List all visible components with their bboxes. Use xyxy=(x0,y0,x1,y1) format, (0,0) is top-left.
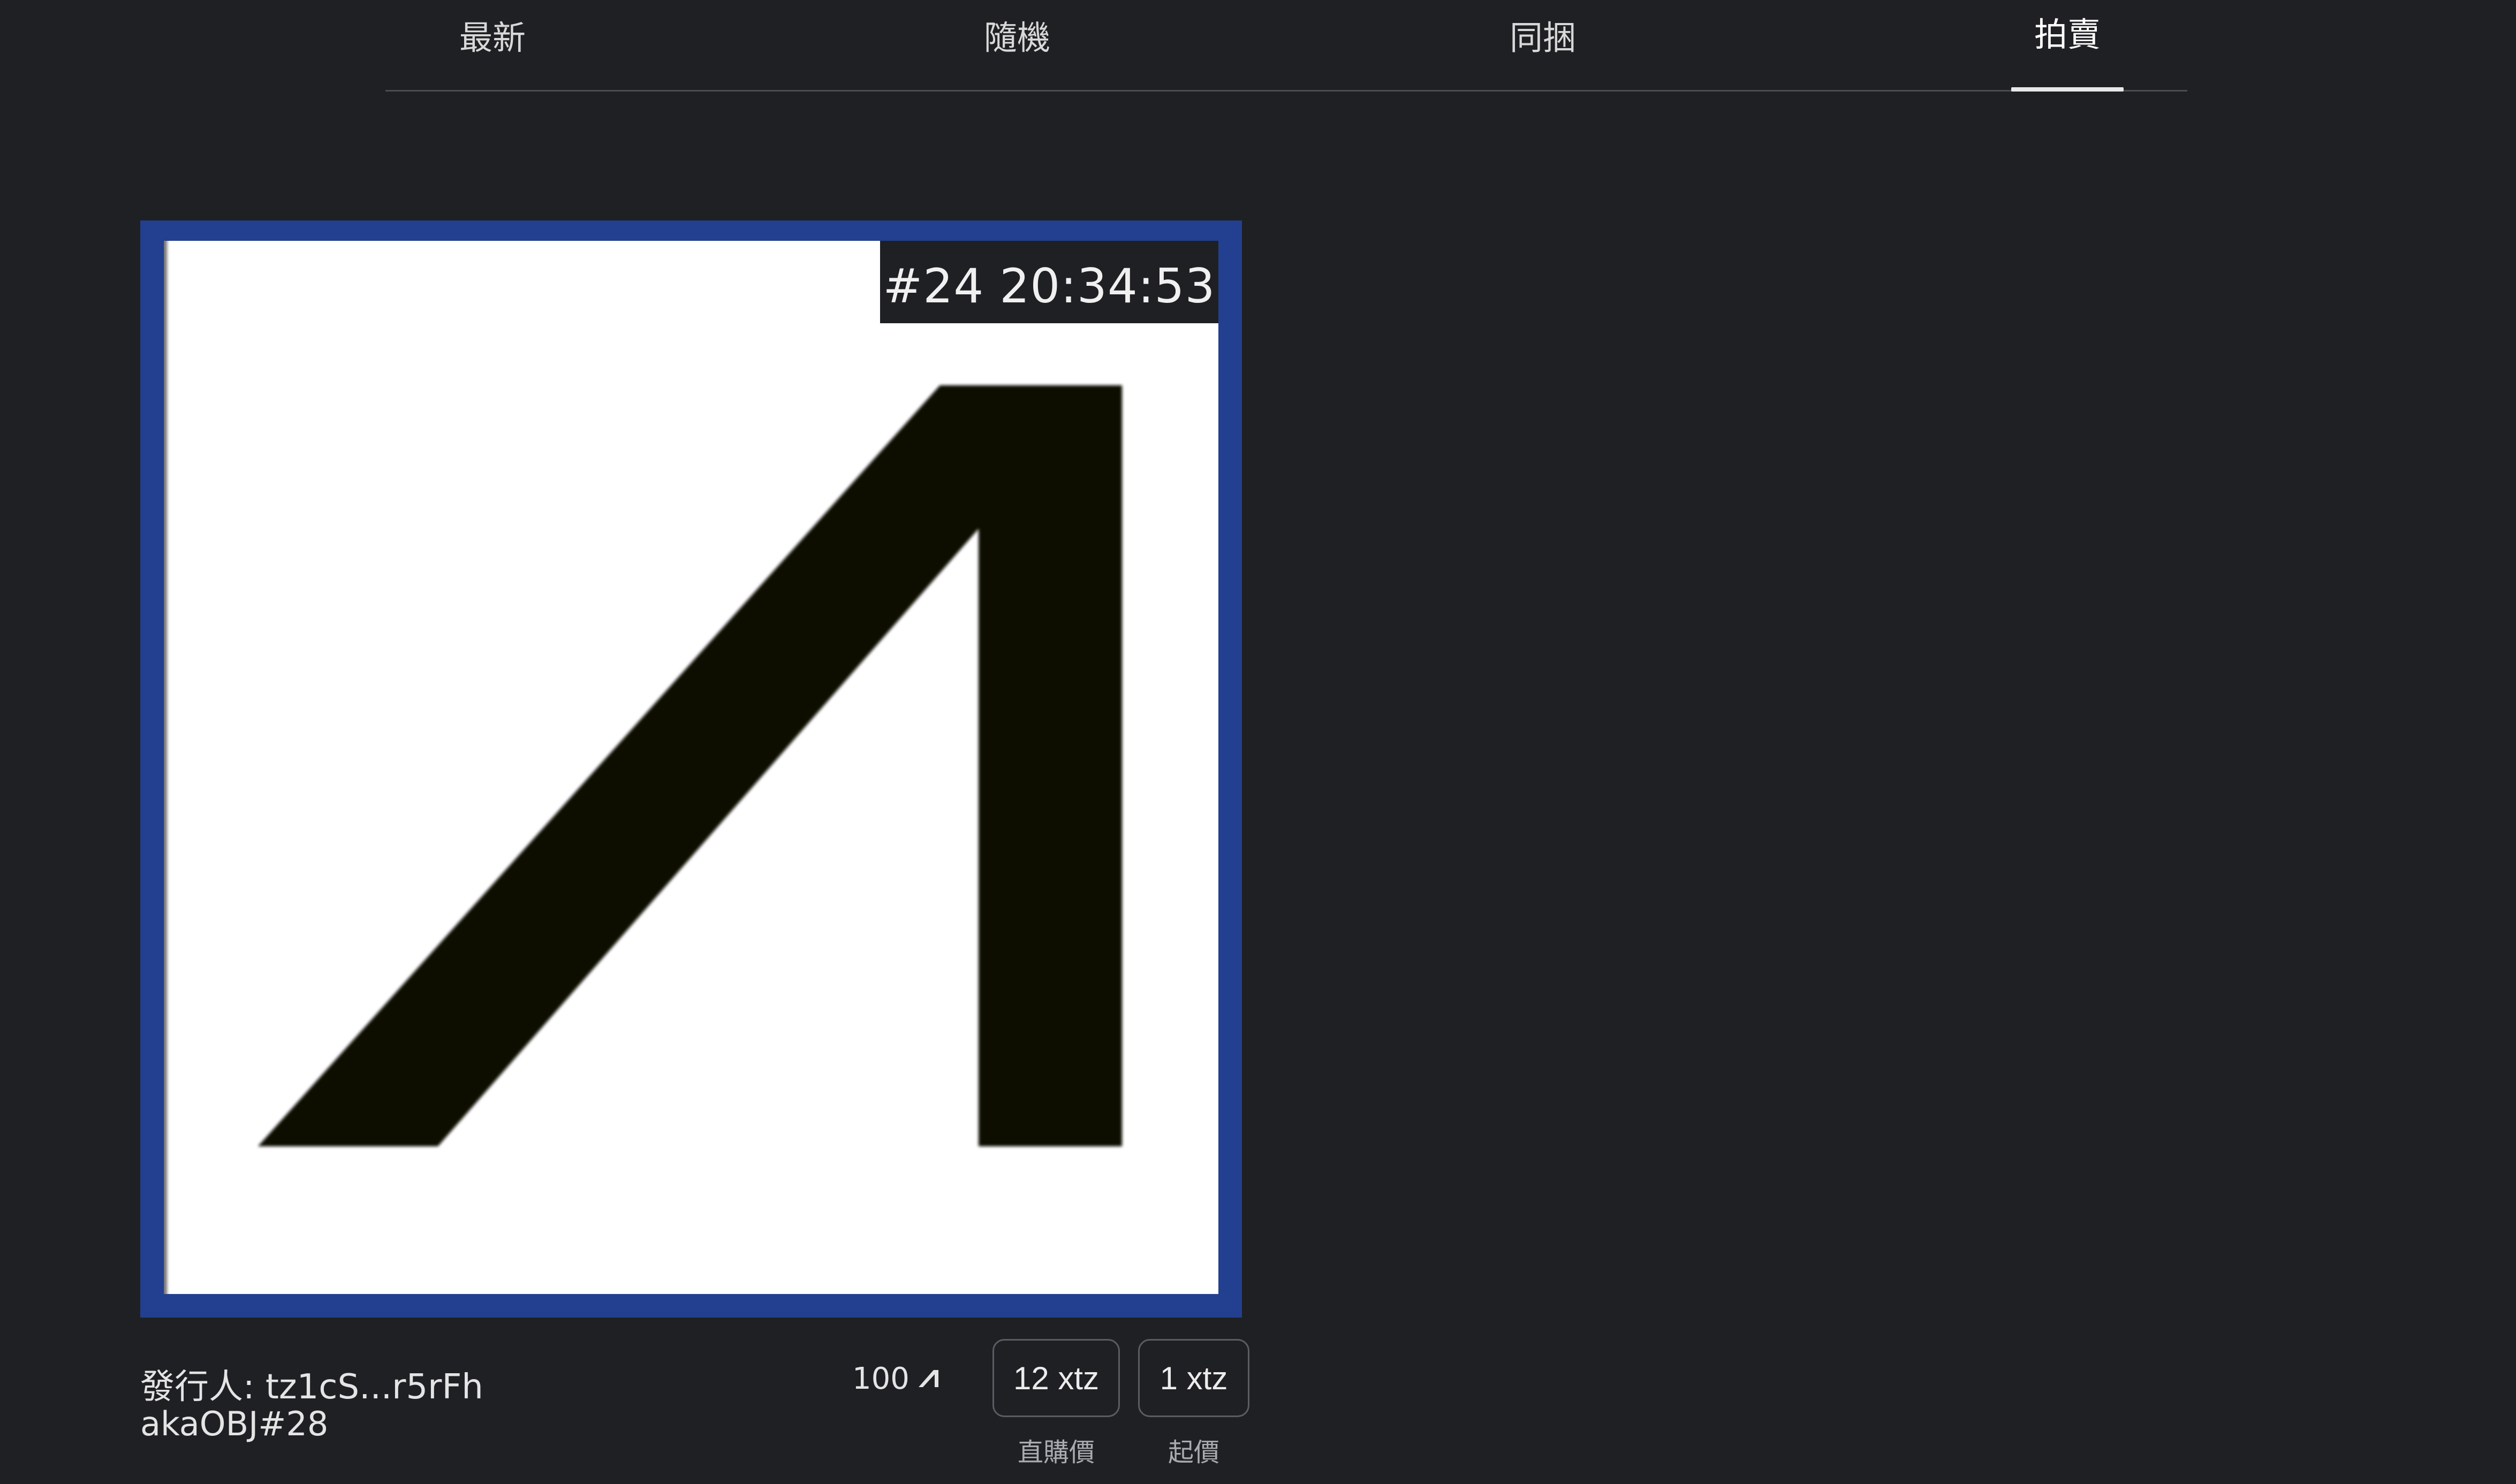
edition-count: 100 xyxy=(852,1359,941,1398)
artwork-image[interactable]: #24 20:34:53 xyxy=(164,241,1218,1294)
tab-random[interactable]: 隨機 xyxy=(910,0,1124,90)
object-name: akaOBJ#28 xyxy=(140,1404,329,1443)
start-price-caption: 起價 xyxy=(1168,1437,1219,1467)
tab-auction[interactable]: 拍賣 xyxy=(1960,0,2174,92)
tab-label: 同捆 xyxy=(1509,18,1576,57)
edition-count-value: 100 xyxy=(852,1361,910,1396)
akaswap-logo-icon xyxy=(918,1370,938,1387)
tab-latest[interactable]: 最新 xyxy=(385,0,600,90)
tab-label: 最新 xyxy=(459,18,526,57)
auction-timer-badge: #24 20:34:53 xyxy=(880,241,1218,323)
akaswap-lambda-logo xyxy=(258,385,1122,1146)
tab-label: 拍賣 xyxy=(2034,15,2101,54)
issuer-address[interactable]: 發行人: tz1cS...r5rFh xyxy=(140,1359,483,1409)
tab-bar: 最新 隨機 同捆 拍賣 xyxy=(385,0,2187,92)
tab-bundle[interactable]: 同捆 xyxy=(1436,0,1650,90)
tab-label: 隨機 xyxy=(983,18,1050,57)
buy-now-caption: 直購價 xyxy=(1017,1437,1095,1467)
auction-card[interactable]: #24 20:34:53 xyxy=(140,220,1242,1318)
buy-now-button[interactable]: 12 xtz xyxy=(992,1339,1120,1417)
start-price-button[interactable]: 1 xtz xyxy=(1138,1339,1249,1417)
